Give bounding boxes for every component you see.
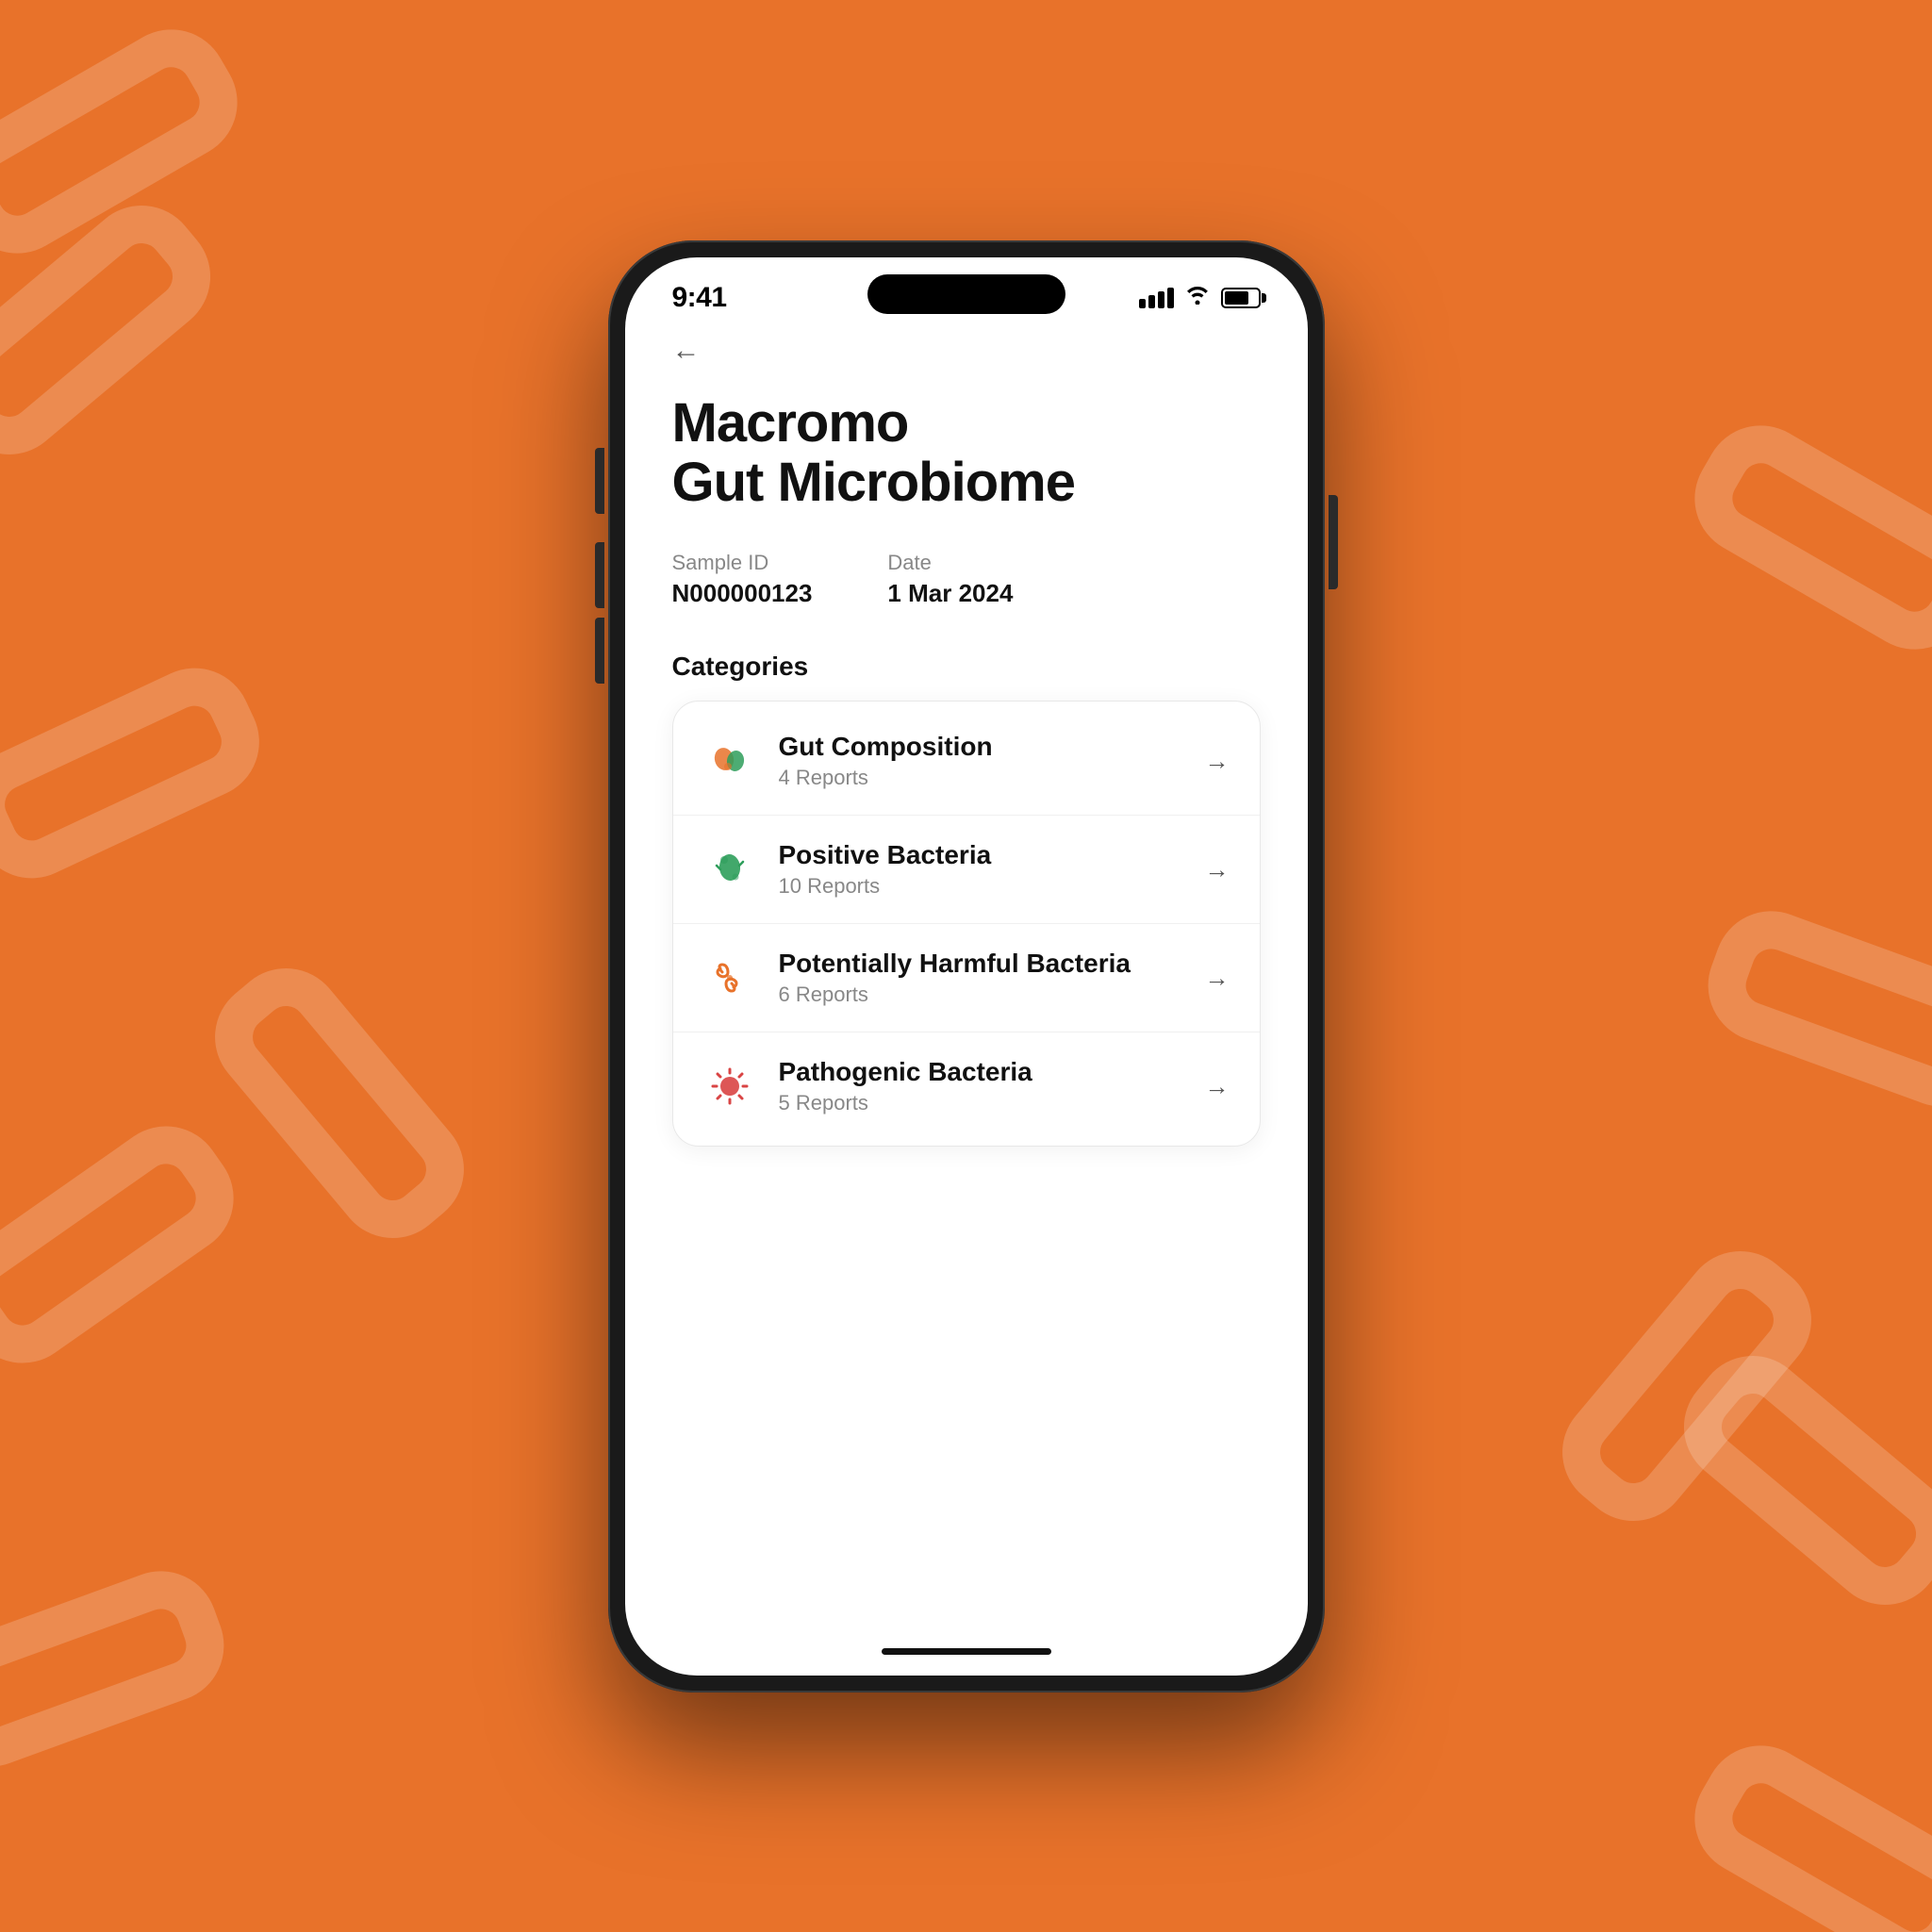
screen-content: ← Macromo Gut Microbiome Sample ID N0000… (625, 322, 1308, 1635)
potentially-harmful-count: 6 Reports (779, 983, 1205, 1007)
page-title: Macromo Gut Microbiome (672, 393, 1261, 514)
home-indicator (882, 1648, 1051, 1655)
phone-frame: 9:41 ← (608, 240, 1325, 1693)
positive-bacteria-count: 10 Reports (779, 874, 1205, 899)
wifi-icon (1185, 286, 1210, 310)
signal-icon (1139, 288, 1174, 308)
title-line2: Gut Microbiome (672, 453, 1261, 513)
potentially-harmful-text: Potentially Harmful Bacteria 6 Reports (779, 949, 1205, 1007)
back-button[interactable]: ← (672, 335, 701, 367)
status-bar: 9:41 (625, 257, 1308, 322)
category-positive-bacteria[interactable]: Positive Bacteria 10 Reports → (673, 816, 1260, 924)
status-icons (1139, 286, 1261, 310)
sample-id-label: Sample ID (672, 551, 813, 575)
gut-composition-text: Gut Composition 4 Reports (779, 732, 1205, 790)
gut-composition-icon (703, 735, 756, 787)
gut-composition-arrow: → (1205, 747, 1230, 776)
pathogenic-bacteria-arrow: → (1205, 1072, 1230, 1101)
back-arrow-icon: ← (672, 335, 701, 367)
category-pathogenic-bacteria[interactable]: Pathogenic Bacteria 5 Reports → (673, 1032, 1260, 1140)
phone-screen: 9:41 ← (625, 257, 1308, 1676)
gut-composition-name: Gut Composition (779, 732, 1205, 762)
pathogenic-bacteria-icon (703, 1060, 756, 1113)
categories-title: Categories (672, 652, 1261, 682)
positive-bacteria-icon (703, 843, 756, 896)
positive-bacteria-arrow: → (1205, 855, 1230, 884)
pathogenic-bacteria-text: Pathogenic Bacteria 5 Reports (779, 1057, 1205, 1115)
date-block: Date 1 Mar 2024 (887, 551, 1013, 608)
dynamic-island (867, 274, 1065, 314)
status-time: 9:41 (672, 282, 727, 314)
date-value: 1 Mar 2024 (887, 579, 1013, 608)
potentially-harmful-icon (703, 951, 756, 1004)
title-line1: Macromo (672, 393, 1261, 454)
potentially-harmful-name: Potentially Harmful Bacteria (779, 949, 1205, 979)
pathogenic-bacteria-count: 5 Reports (779, 1091, 1205, 1115)
positive-bacteria-name: Positive Bacteria (779, 840, 1205, 870)
sample-id-value: N000000123 (672, 579, 813, 608)
battery-icon (1221, 288, 1261, 308)
categories-card: Gut Composition 4 Reports → (672, 701, 1261, 1147)
pathogenic-bacteria-name: Pathogenic Bacteria (779, 1057, 1205, 1087)
category-potentially-harmful[interactable]: Potentially Harmful Bacteria 6 Reports → (673, 924, 1260, 1032)
gut-composition-count: 4 Reports (779, 766, 1205, 790)
potentially-harmful-arrow: → (1205, 964, 1230, 993)
date-label: Date (887, 551, 1013, 575)
sample-id-block: Sample ID N000000123 (672, 551, 813, 608)
sample-info: Sample ID N000000123 Date 1 Mar 2024 (672, 551, 1261, 608)
category-gut-composition[interactable]: Gut Composition 4 Reports → (673, 707, 1260, 816)
positive-bacteria-text: Positive Bacteria 10 Reports (779, 840, 1205, 899)
